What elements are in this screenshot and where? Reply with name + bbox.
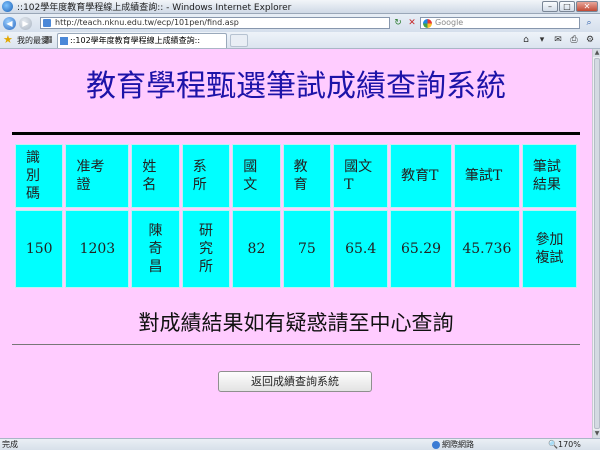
cell-written-t: 45.736: [453, 210, 520, 288]
page-title: 教育學程甄選筆試成績查詢系統: [86, 69, 506, 104]
command-bar: ⌂ ▾ ✉ ⎙ ⚙: [520, 34, 596, 46]
score-table: 識別碼 准考證 姓名 系所 國文 教育 國文T 教育T 筆試T 筆試結果 150…: [13, 142, 579, 290]
minimize-button[interactable]: –: [542, 1, 558, 12]
search-icon[interactable]: ⌕: [582, 17, 596, 29]
scroll-up-arrow-icon[interactable]: ▲: [593, 49, 600, 57]
internet-explorer-icon: [2, 1, 13, 12]
scroll-down-arrow-icon[interactable]: ▼: [593, 430, 600, 438]
tab-page-icon: [60, 37, 68, 45]
scroll-thumb[interactable]: [594, 58, 600, 429]
url-tools: ↻ ✕: [392, 17, 418, 29]
notice-text: 對成績結果如有疑惑請至中心查詢: [138, 311, 454, 335]
header-cell: 識別碼: [15, 144, 64, 208]
browser-tab[interactable]: ::102學年度教育學程線上成績查詢::: [57, 33, 227, 48]
cell-name: 陳奇昌: [131, 210, 180, 288]
new-tab-button[interactable]: [230, 34, 248, 47]
status-bar: 完成 網際網路 🔍 170%: [0, 438, 600, 450]
cell-result: 參加複試: [521, 210, 577, 288]
cell-education: 75: [282, 210, 332, 288]
header-cell: 准考證: [65, 144, 130, 208]
google-icon: [423, 19, 432, 28]
stop-button[interactable]: ✕: [406, 17, 418, 29]
notice-divider: [12, 344, 580, 345]
search-placeholder: Google: [435, 18, 464, 27]
security-zone-label: 網際網路: [442, 440, 474, 449]
cell-chinese-t: 65.4: [333, 210, 389, 288]
cell-id: 150: [15, 210, 64, 288]
header-cell: 教育T: [390, 144, 452, 208]
cell-chinese: 82: [232, 210, 281, 288]
table-header-row: 識別碼 准考證 姓名 系所 國文 教育 國文T 教育T 筆試T 筆試結果: [15, 144, 577, 208]
header-cell: 筆試結果: [521, 144, 577, 208]
tab-title: ::102學年度教育學程線上成績查詢::: [70, 36, 201, 45]
table-row: 150 1203 陳奇昌 研究所 82 75 65.4 65.29 45.736…: [15, 210, 577, 288]
favorites-tab-bar: ★ 我的最愛 ▦ ::102學年度教育學程線上成績查詢:: ⌂ ▾ ✉ ⎙ ⚙: [0, 32, 600, 49]
zoom-icon[interactable]: 🔍: [548, 439, 558, 450]
vertical-scrollbar[interactable]: ▲ ▼: [592, 49, 600, 438]
cell-exam-number: 1203: [65, 210, 130, 288]
url-text: http://teach.nknu.edu.tw/ecp/101pen/find…: [55, 18, 239, 27]
url-input[interactable]: http://teach.nknu.edu.tw/ecp/101pen/find…: [40, 17, 390, 29]
mail-icon[interactable]: ✉: [552, 34, 564, 46]
header-cell: 筆試T: [453, 144, 520, 208]
forward-button[interactable]: ▶: [19, 16, 32, 30]
header-cell: 姓名: [131, 144, 180, 208]
back-to-query-button[interactable]: 返回成績查詢系統: [218, 371, 372, 392]
close-button[interactable]: ✕: [576, 1, 598, 12]
header-cell: 國文: [232, 144, 281, 208]
home-icon[interactable]: ⌂: [520, 34, 532, 46]
address-bar: ◀ ▶ http://teach.nknu.edu.tw/ecp/101pen/…: [0, 14, 600, 32]
page-icon: [43, 19, 51, 27]
internet-zone-icon: [432, 441, 440, 449]
back-button[interactable]: ◀: [3, 16, 16, 30]
header-cell: 教育: [282, 144, 332, 208]
maximize-button[interactable]: □: [559, 1, 575, 12]
favorites-star-icon[interactable]: ★: [3, 34, 15, 46]
tools-icon[interactable]: ⚙: [584, 34, 596, 46]
page-content: 教育學程甄選筆試成績查詢系統 識別碼 准考證 姓名 系所 國文 教育 國文T 教…: [0, 49, 592, 438]
zoom-level[interactable]: 170%: [558, 439, 581, 450]
header-cell: 國文T: [333, 144, 389, 208]
title-divider: [12, 132, 580, 135]
refresh-button[interactable]: ↻: [392, 17, 404, 29]
cell-education-t: 65.29: [390, 210, 452, 288]
print-icon[interactable]: ⎙: [568, 34, 580, 46]
status-text: 完成: [2, 440, 18, 449]
window-controls: – □ ✕: [542, 1, 598, 12]
search-input[interactable]: Google: [420, 17, 580, 29]
header-cell: 系所: [181, 144, 231, 208]
quick-tabs-icon[interactable]: ▦: [44, 35, 54, 45]
feeds-dropdown-icon[interactable]: ▾: [536, 34, 548, 46]
cell-department: 研究所: [181, 210, 231, 288]
window-title: ::102學年度教育學程線上成績查詢:: - Windows Internet …: [17, 3, 292, 13]
window-title-bar: ::102學年度教育學程線上成績查詢:: - Windows Internet …: [0, 0, 600, 14]
